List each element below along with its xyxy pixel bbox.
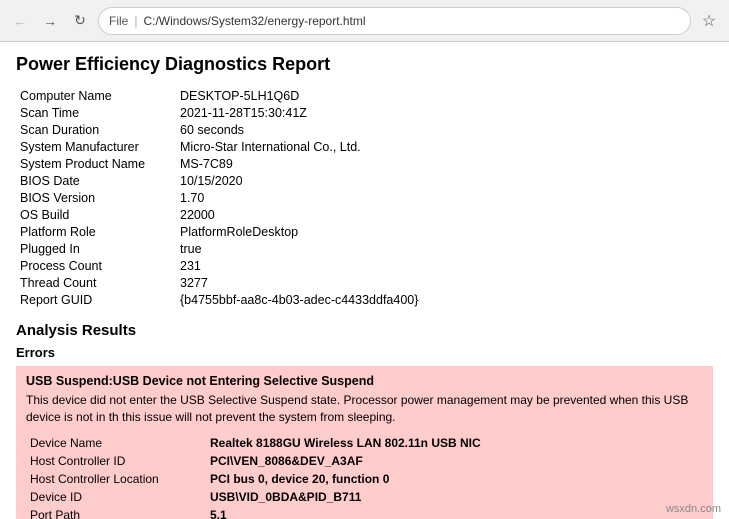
info-value: PlatformRoleDesktop: [176, 223, 713, 240]
back-button[interactable]: ←: [8, 9, 32, 33]
error-detail-row: Device NameRealtek 8188GU Wireless LAN 8…: [26, 434, 703, 452]
system-info-row: System ManufacturerMicro-Star Internatio…: [16, 138, 713, 155]
detail-label: Host Controller Location: [26, 470, 206, 488]
detail-label: Host Controller ID: [26, 452, 206, 470]
info-label: Scan Time: [16, 104, 176, 121]
system-info-row: System Product NameMS-7C89: [16, 155, 713, 172]
watermark: wsxdn.com: [666, 503, 721, 515]
info-label: Process Count: [16, 257, 176, 274]
info-label: Report GUID: [16, 291, 176, 308]
system-info-row: Computer NameDESKTOP-5LH1Q6D: [16, 87, 713, 104]
info-label: Platform Role: [16, 223, 176, 240]
info-value: 1.70: [176, 189, 713, 206]
address-url: C:/Windows/System32/energy-report.html: [143, 14, 680, 28]
system-info-row: Scan Duration60 seconds: [16, 121, 713, 138]
page-content: Power Efficiency Diagnostics Report Comp…: [0, 42, 729, 519]
detail-label: Device Name: [26, 434, 206, 452]
info-value: {b4755bbf-aa8c-4b03-adec-c4433ddfa400}: [176, 291, 713, 308]
info-value: 2021-11-28T15:30:41Z: [176, 104, 713, 121]
system-info-row: OS Build22000: [16, 206, 713, 223]
error-detail-row: Port Path5,1: [26, 506, 703, 519]
refresh-button[interactable]: ↻: [68, 9, 92, 33]
system-info-row: BIOS Version1.70: [16, 189, 713, 206]
info-label: BIOS Version: [16, 189, 176, 206]
analysis-section-title: Analysis Results: [16, 322, 713, 339]
error-description: This device did not enter the USB Select…: [26, 392, 703, 426]
info-value: 3277: [176, 274, 713, 291]
info-value: Micro-Star International Co., Ltd.: [176, 138, 713, 155]
info-value: 10/15/2020: [176, 172, 713, 189]
info-label: System Manufacturer: [16, 138, 176, 155]
forward-button[interactable]: →: [38, 9, 62, 33]
system-info-row: Process Count231: [16, 257, 713, 274]
detail-value: 5,1: [206, 506, 703, 519]
error-detail-row: Host Controller LocationPCI bus 0, devic…: [26, 470, 703, 488]
system-info-row: Plugged Intrue: [16, 240, 713, 257]
detail-value: USB\VID_0BDA&PID_B711: [206, 488, 703, 506]
info-label: BIOS Date: [16, 172, 176, 189]
errors-subsection-title: Errors: [16, 345, 713, 360]
detail-label: Port Path: [26, 506, 206, 519]
detail-value: PCI\VEN_8086&DEV_A3AF: [206, 452, 703, 470]
info-value: true: [176, 240, 713, 257]
errors-container: USB Suspend:USB Device not Entering Sele…: [16, 366, 713, 519]
info-value: 231: [176, 257, 713, 274]
system-info-table: Computer NameDESKTOP-5LH1Q6DScan Time202…: [16, 87, 713, 308]
system-info-row: Thread Count3277: [16, 274, 713, 291]
error-detail-row: Host Controller IDPCI\VEN_8086&DEV_A3AF: [26, 452, 703, 470]
info-label: Plugged In: [16, 240, 176, 257]
system-info-row: Platform RolePlatformRoleDesktop: [16, 223, 713, 240]
system-info-row: Report GUID{b4755bbf-aa8c-4b03-adec-c443…: [16, 291, 713, 308]
info-label: System Product Name: [16, 155, 176, 172]
info-value: MS-7C89: [176, 155, 713, 172]
info-value: DESKTOP-5LH1Q6D: [176, 87, 713, 104]
protocol-label: File: [109, 14, 128, 28]
error-detail-table: Device NameRealtek 8188GU Wireless LAN 8…: [26, 434, 703, 519]
system-info-row: Scan Time2021-11-28T15:30:41Z: [16, 104, 713, 121]
info-label: Computer Name: [16, 87, 176, 104]
bookmark-button[interactable]: ☆: [697, 9, 721, 33]
info-value: 22000: [176, 206, 713, 223]
info-label: Thread Count: [16, 274, 176, 291]
address-separator: |: [134, 14, 137, 28]
detail-label: Device ID: [26, 488, 206, 506]
error-block: USB Suspend:USB Device not Entering Sele…: [16, 366, 713, 519]
error-detail-row: Device IDUSB\VID_0BDA&PID_B711: [26, 488, 703, 506]
page-title: Power Efficiency Diagnostics Report: [16, 54, 713, 75]
error-title: USB Suspend:USB Device not Entering Sele…: [26, 374, 703, 388]
info-label: Scan Duration: [16, 121, 176, 138]
info-label: OS Build: [16, 206, 176, 223]
system-info-row: BIOS Date10/15/2020: [16, 172, 713, 189]
address-bar[interactable]: File | C:/Windows/System32/energy-report…: [98, 7, 691, 35]
info-value: 60 seconds: [176, 121, 713, 138]
detail-value: PCI bus 0, device 20, function 0: [206, 470, 703, 488]
detail-value: Realtek 8188GU Wireless LAN 802.11n USB …: [206, 434, 703, 452]
browser-chrome: ← → ↻ File | C:/Windows/System32/energy-…: [0, 0, 729, 42]
